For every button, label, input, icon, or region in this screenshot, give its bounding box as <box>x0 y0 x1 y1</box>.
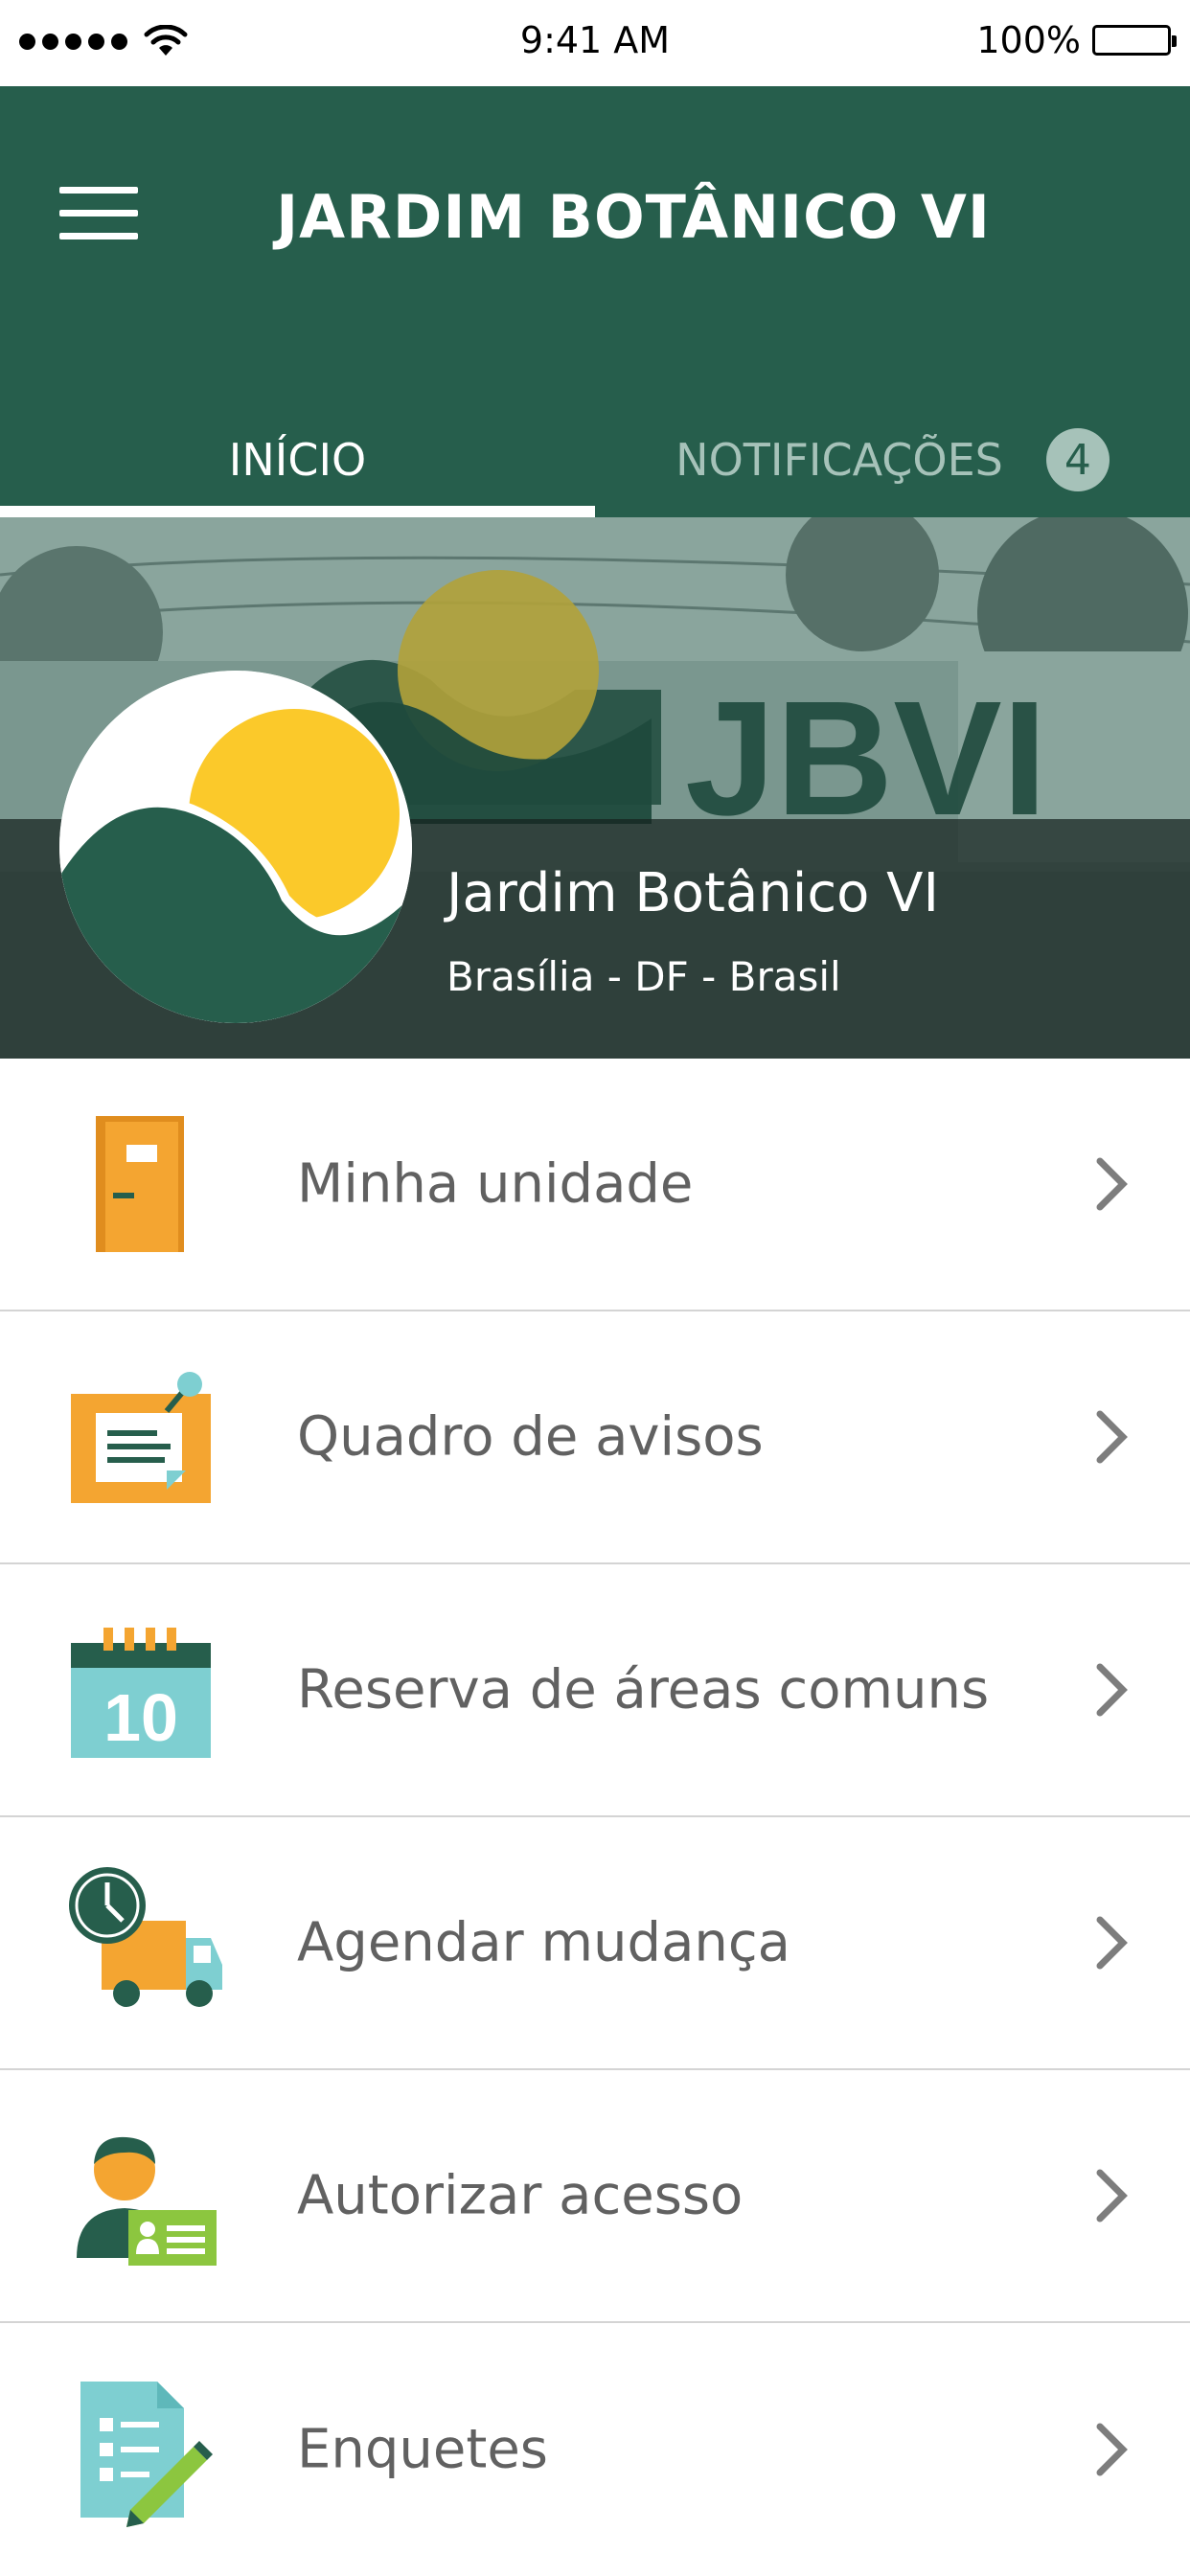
app-header: JARDIM BOTÂNICO VI INÍCIO NOTIFICAÇÕES 4 <box>0 86 1190 517</box>
door-icon <box>96 1116 184 1252</box>
main-menu: Minha unidade Quadro de avisos 10 Reserv… <box>0 1059 1190 2576</box>
calendar-day-text: 10 <box>103 1680 178 1755</box>
menu-item-enquetes[interactable]: Enquetes <box>0 2323 1190 2576</box>
tab-notificacoes[interactable]: NOTIFICAÇÕES 4 <box>595 402 1190 517</box>
chevron-right-icon <box>1096 1663 1128 1717</box>
chevron-right-icon <box>1096 1410 1128 1464</box>
hero-banner: JBVI Jardim Botânico VI Brasília - DF - … <box>0 517 1190 1059</box>
condominium-logo-avatar <box>59 671 412 1023</box>
access-card-icon <box>77 2136 217 2266</box>
menu-item-label: Minha unidade <box>297 1152 694 1216</box>
menu-item-label: Enquetes <box>297 2418 548 2481</box>
poll-icon <box>80 2382 213 2527</box>
menu-item-autorizar-acesso[interactable]: Autorizar acesso <box>0 2070 1190 2323</box>
tab-bar: INÍCIO NOTIFICAÇÕES 4 <box>0 402 1190 517</box>
battery-indicator: 100% <box>976 19 1177 61</box>
menu-item-label: Agendar mudança <box>297 1911 790 1974</box>
tab-inicio[interactable]: INÍCIO <box>0 402 595 517</box>
battery-percent: 100% <box>976 19 1081 61</box>
menu-item-label: Autorizar acesso <box>297 2164 744 2227</box>
tab-label: INÍCIO <box>228 434 367 486</box>
page-title: JARDIM BOTÂNICO VI <box>276 182 991 252</box>
menu-item-label: Reserva de áreas comuns <box>297 1658 990 1721</box>
chevron-right-icon <box>1096 1157 1128 1211</box>
chevron-right-icon <box>1096 2423 1128 2476</box>
menu-item-reserva-areas-comuns[interactable]: 10 Reserva de áreas comuns <box>0 1564 1190 1817</box>
chevron-right-icon <box>1096 2169 1128 2223</box>
condominium-name: Jardim Botânico VI <box>446 862 940 924</box>
menu-item-quadro-de-avisos[interactable]: Quadro de avisos <box>0 1311 1190 1564</box>
notification-badge: 4 <box>1045 428 1110 491</box>
chevron-right-icon <box>1096 1916 1128 1970</box>
tab-label: NOTIFICAÇÕES <box>675 434 1003 486</box>
moving-truck-icon <box>69 1867 222 2007</box>
notice-board-icon <box>71 1372 211 1503</box>
status-bar: 9:41 AM 100% <box>0 0 1190 86</box>
battery-icon <box>1092 25 1177 56</box>
calendar-icon: 10 <box>71 1628 211 1758</box>
menu-item-minha-unidade[interactable]: Minha unidade <box>0 1059 1190 1311</box>
menu-item-label: Quadro de avisos <box>297 1405 764 1469</box>
menu-item-agendar-mudanca[interactable]: Agendar mudança <box>0 1817 1190 2070</box>
condominium-location: Brasília - DF - Brasil <box>446 953 841 1000</box>
